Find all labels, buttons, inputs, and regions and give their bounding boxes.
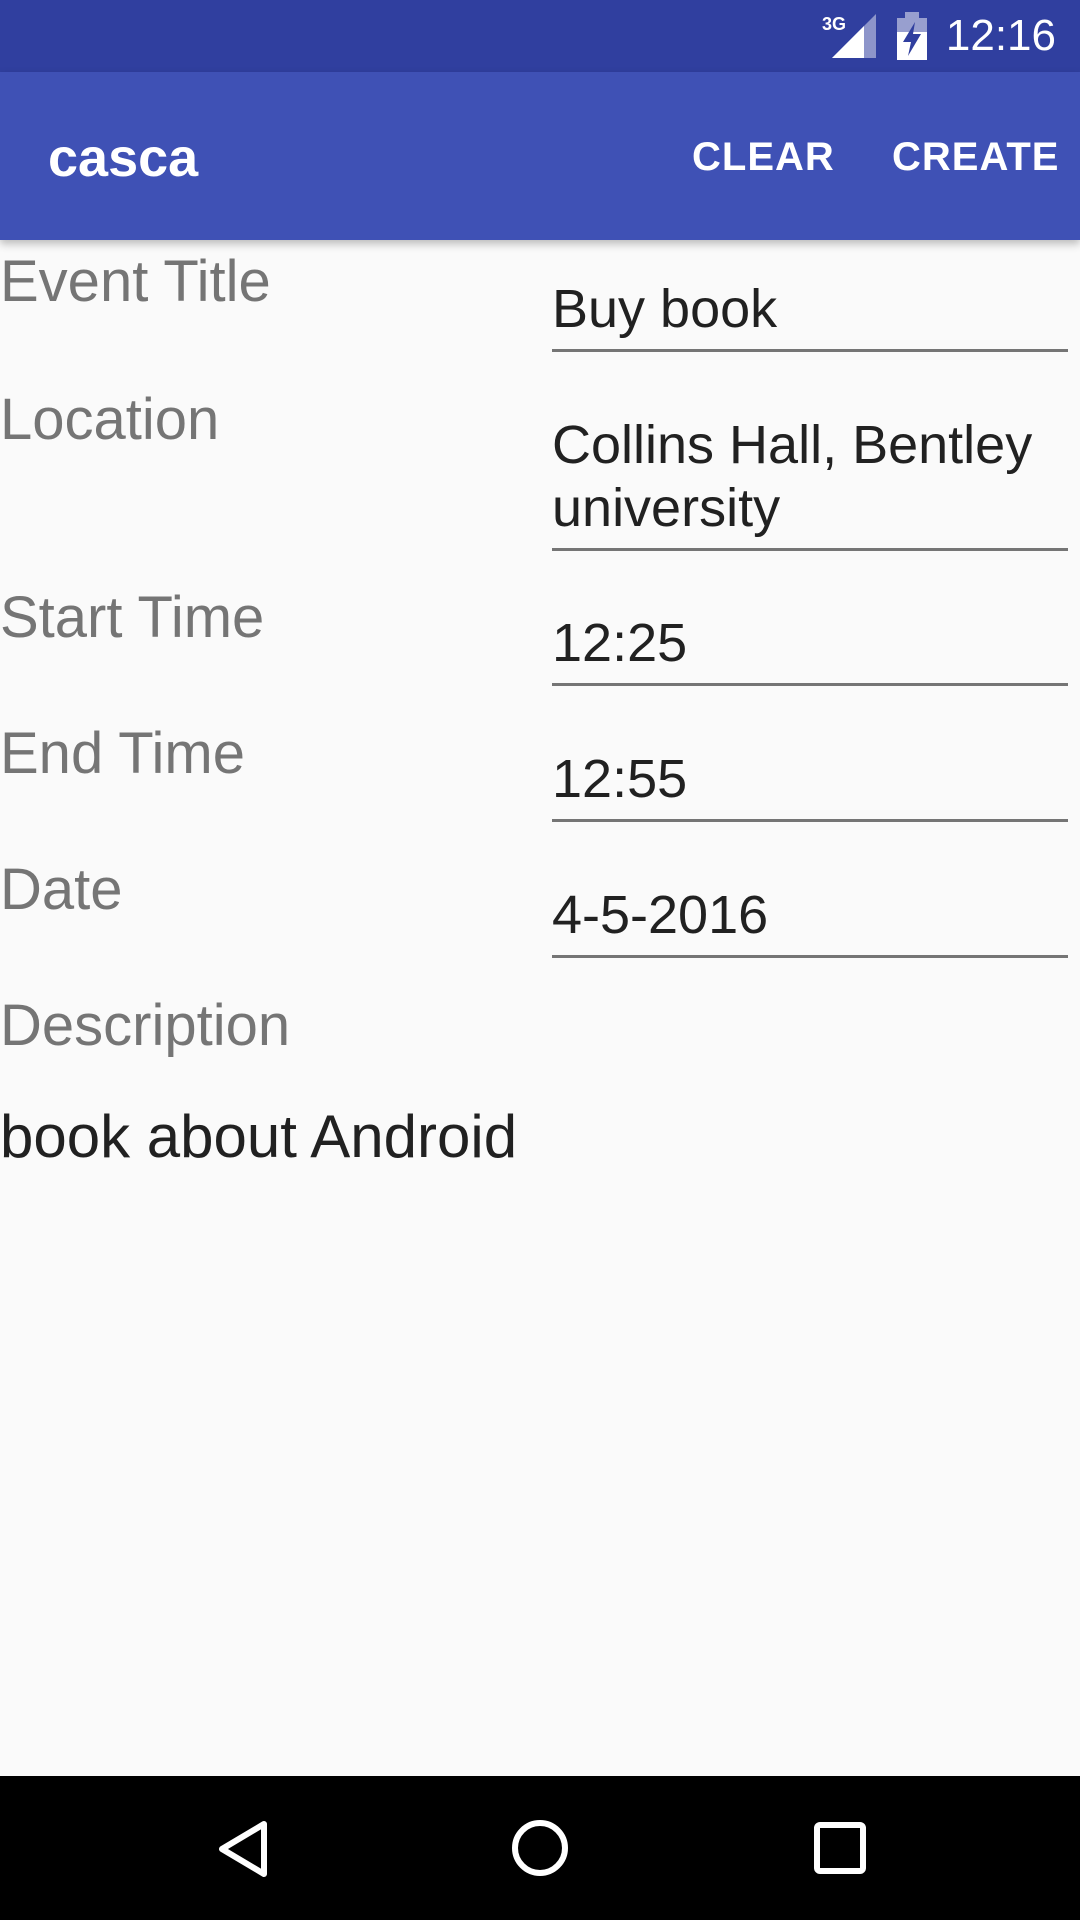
clear-button[interactable]: CLEAR	[692, 134, 835, 180]
date-label: Date	[0, 857, 123, 922]
status-time: 12:16	[945, 11, 1056, 60]
description-label: Description	[0, 993, 291, 1058]
location-label: Location	[0, 387, 220, 452]
status-bar: 3G 12:16	[0, 0, 1080, 72]
end-time-field[interactable]: 12:55	[552, 748, 1068, 822]
location-field[interactable]: Collins Hall, Bentley university	[552, 414, 1068, 551]
date-field[interactable]: 4-5-2016	[552, 884, 1068, 958]
event-title-label: Event Title	[0, 249, 271, 314]
event-title-field[interactable]: Buy book	[552, 278, 1068, 352]
end-time-label: End Time	[0, 721, 245, 786]
start-time-label: Start Time	[0, 585, 265, 650]
app-title: casca	[48, 128, 199, 188]
signal-icon: 3G	[822, 14, 876, 58]
battery-icon	[897, 12, 927, 60]
start-time-field[interactable]: 12:25	[552, 612, 1068, 686]
description-field[interactable]: book about Android	[0, 1104, 517, 1170]
app-bar: casca CLEAR CREATE	[0, 72, 1080, 240]
recents-icon[interactable]	[812, 1820, 868, 1876]
back-icon[interactable]	[212, 1818, 274, 1880]
create-button[interactable]: CREATE	[892, 134, 1059, 180]
home-icon[interactable]	[510, 1818, 570, 1878]
network-type-label: 3G	[822, 14, 846, 34]
navigation-bar	[0, 1776, 1080, 1920]
